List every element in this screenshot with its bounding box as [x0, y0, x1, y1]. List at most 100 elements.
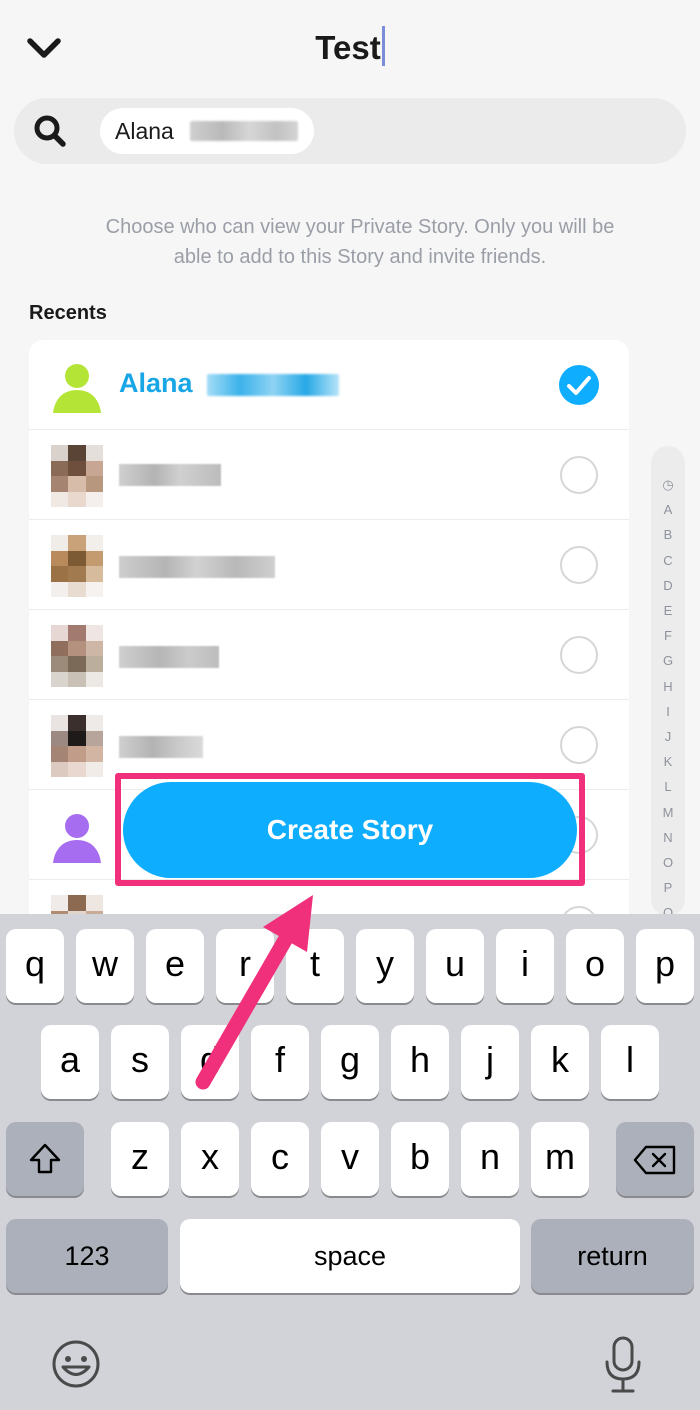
- key-o[interactable]: o: [566, 929, 624, 1003]
- key-m[interactable]: m: [531, 1122, 589, 1196]
- check-icon[interactable]: [559, 365, 599, 405]
- key-u[interactable]: u: [426, 929, 484, 1003]
- chip-name: Alana: [115, 118, 174, 144]
- alphabet-index-letter[interactable]: M: [651, 800, 685, 825]
- create-story-button[interactable]: Create Story: [123, 782, 577, 878]
- key-label: n: [479, 1136, 501, 1177]
- key-p[interactable]: p: [636, 929, 694, 1003]
- helper-text: Choose who can view your Private Story. …: [105, 216, 615, 268]
- bitmoji-avatar: [49, 357, 105, 413]
- key-label: x: [201, 1136, 219, 1177]
- friend-name: Alana: [119, 368, 193, 398]
- redacted-surname: [190, 121, 298, 141]
- alphabet-index-letter[interactable]: F: [651, 623, 685, 648]
- avatar: [51, 445, 103, 507]
- key-e[interactable]: e: [146, 929, 204, 1003]
- select-radio[interactable]: [560, 726, 598, 764]
- alphabet-index-letter[interactable]: N: [651, 825, 685, 850]
- key-label: q: [24, 943, 46, 984]
- key-i[interactable]: i: [496, 929, 554, 1003]
- key-label: l: [626, 1039, 634, 1080]
- key-y[interactable]: y: [356, 929, 414, 1003]
- backspace-key[interactable]: [616, 1122, 694, 1196]
- alphabet-index-letter[interactable]: L: [651, 774, 685, 799]
- key-l[interactable]: l: [601, 1025, 659, 1099]
- key-label: u: [444, 943, 466, 984]
- select-radio[interactable]: [560, 636, 598, 674]
- key-g[interactable]: g: [321, 1025, 379, 1099]
- key-c[interactable]: c: [251, 1122, 309, 1196]
- alphabet-index-letter[interactable]: H: [651, 674, 685, 699]
- alphabet-index-letter[interactable]: B: [651, 522, 685, 547]
- shift-key[interactable]: [6, 1122, 84, 1196]
- alphabet-index-letter[interactable]: C: [651, 548, 685, 573]
- search-input[interactable]: Alana: [14, 98, 686, 164]
- space-key-label: space: [313, 1241, 387, 1271]
- avatar: [51, 625, 103, 687]
- list-item[interactable]: [29, 430, 629, 520]
- key-h[interactable]: h: [391, 1025, 449, 1099]
- alphabet-index-letter[interactable]: E: [651, 598, 685, 623]
- shift-icon: [29, 1143, 61, 1174]
- key-label: s: [131, 1039, 149, 1080]
- select-radio[interactable]: [560, 546, 598, 584]
- select-radio[interactable]: [560, 456, 598, 494]
- story-title: Test: [315, 29, 381, 66]
- key-f[interactable]: f: [251, 1025, 309, 1099]
- key-b[interactable]: b: [391, 1122, 449, 1196]
- alphabet-index-letter[interactable]: K: [651, 749, 685, 774]
- alphabet-letters[interactable]: ◷ A B C D E F G H I J K L M N O P Q: [651, 472, 685, 926]
- key-a[interactable]: a: [41, 1025, 99, 1099]
- title-field[interactable]: Test: [0, 26, 700, 67]
- key-t[interactable]: t: [286, 929, 344, 1003]
- list-item[interactable]: [29, 610, 629, 700]
- alphabet-index-letter[interactable]: D: [651, 573, 685, 598]
- numbers-key[interactable]: 123: [6, 1219, 168, 1293]
- section-heading-recents: Recents: [29, 302, 107, 324]
- return-key[interactable]: return: [531, 1219, 694, 1293]
- key-d[interactable]: d: [181, 1025, 239, 1099]
- key-s[interactable]: s: [111, 1025, 169, 1099]
- on-screen-keyboard: q w e r t y u i o p a s d f g h j k l z x c v b n m 123 space r…: [0, 914, 700, 1410]
- key-label: f: [274, 1039, 285, 1080]
- alphabet-index-letter[interactable]: P: [651, 875, 685, 900]
- key-n[interactable]: n: [461, 1122, 519, 1196]
- key-r[interactable]: r: [216, 929, 274, 1003]
- search-icon: [32, 113, 68, 149]
- key-x[interactable]: x: [181, 1122, 239, 1196]
- alphabet-index-letter[interactable]: J: [651, 724, 685, 749]
- key-w[interactable]: w: [76, 929, 134, 1003]
- backspace-icon: [633, 1145, 676, 1175]
- key-label: w: [92, 943, 118, 984]
- redacted-name: [119, 646, 219, 668]
- list-item[interactable]: Alana: [29, 340, 629, 430]
- redacted-name: [119, 464, 221, 486]
- emoji-icon[interactable]: [50, 1338, 102, 1390]
- key-label: y: [376, 943, 394, 984]
- alphabet-index-letter[interactable]: A: [651, 497, 685, 522]
- return-key-label: return: [577, 1241, 648, 1271]
- avatar: [51, 535, 103, 597]
- list-item[interactable]: [29, 520, 629, 610]
- key-label: c: [271, 1136, 289, 1177]
- key-label: b: [409, 1136, 431, 1177]
- key-label: d: [199, 1039, 221, 1080]
- key-v[interactable]: v: [321, 1122, 379, 1196]
- alphabet-index-letter[interactable]: G: [651, 648, 685, 673]
- key-label: v: [341, 1136, 359, 1177]
- text-cursor: [381, 26, 385, 66]
- bitmoji-avatar: [49, 807, 105, 863]
- microphone-icon[interactable]: [601, 1334, 645, 1396]
- key-label: k: [551, 1039, 569, 1080]
- key-q[interactable]: q: [6, 929, 64, 1003]
- alphabet-index-letter[interactable]: O: [651, 850, 685, 875]
- key-label: o: [584, 943, 606, 984]
- space-key[interactable]: space: [180, 1219, 520, 1293]
- selected-recipient-chip[interactable]: Alana: [100, 108, 314, 154]
- alphabet-index-letter[interactable]: ◷: [651, 472, 685, 497]
- alphabet-index-scrubber[interactable]: ◷ A B C D E F G H I J K L M N O P Q: [651, 446, 685, 920]
- key-k[interactable]: k: [531, 1025, 589, 1099]
- key-z[interactable]: z: [111, 1122, 169, 1196]
- key-j[interactable]: j: [461, 1025, 519, 1099]
- alphabet-index-letter[interactable]: I: [651, 699, 685, 724]
